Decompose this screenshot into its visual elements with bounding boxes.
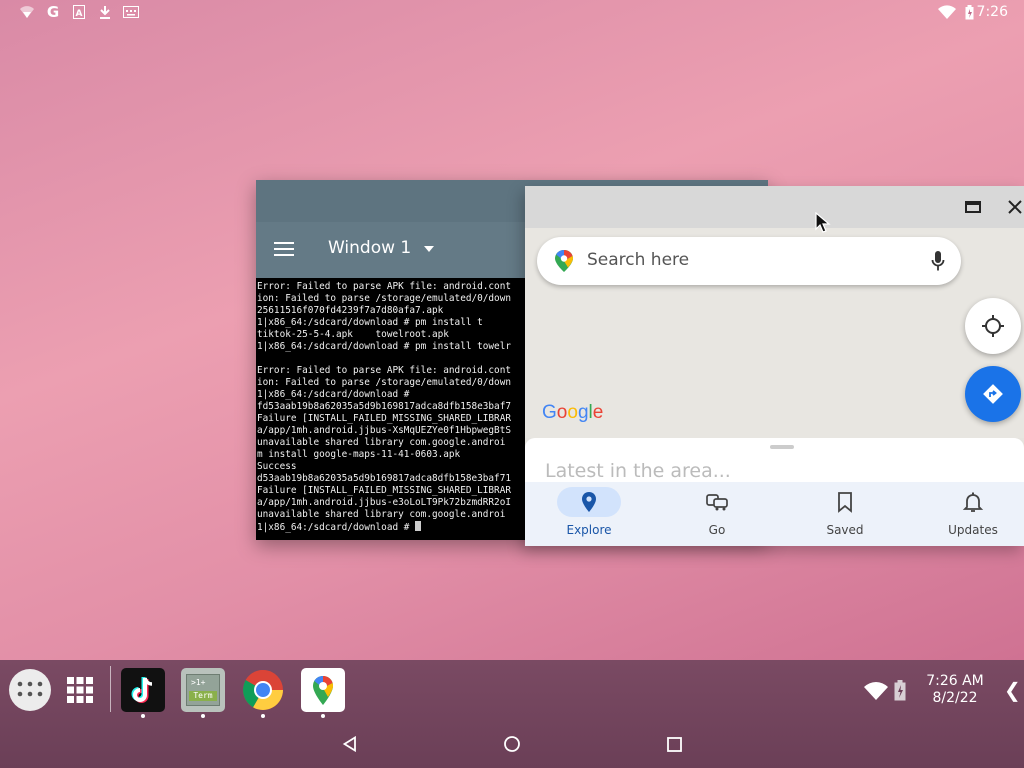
sheet-drag-handle[interactable] — [770, 445, 794, 449]
clock-time: 7:26 AM — [926, 673, 984, 689]
wifi-icon — [938, 3, 956, 21]
maps-pin-icon — [555, 250, 573, 272]
running-indicator — [321, 714, 325, 718]
google-logo-letter: o — [567, 402, 578, 423]
running-indicator — [141, 714, 145, 718]
terminal-window-title[interactable]: Window 1 — [328, 238, 411, 258]
back-icon[interactable] — [338, 732, 362, 756]
nav-item-explore[interactable]: Explore — [525, 482, 653, 546]
chrome-icon[interactable] — [241, 668, 285, 712]
status-time: 7:26 — [976, 4, 1008, 20]
clock-date: 8/2/22 — [932, 690, 978, 706]
svg-text:A: A — [76, 9, 83, 19]
bookmark-icon — [838, 492, 852, 513]
wifi-icon[interactable] — [864, 682, 888, 700]
text-icon: A — [70, 3, 88, 21]
taskbar: >1+ Term 7:26 AM 8/2/22 ❮ — [0, 660, 1024, 768]
battery-icon — [960, 3, 978, 21]
search-placeholder: Search here — [587, 250, 690, 270]
close-icon[interactable] — [1005, 197, 1024, 217]
all-apps-button[interactable] — [9, 669, 51, 711]
directions-button[interactable] — [965, 366, 1021, 422]
status-bar: G A 7:26 — [0, 0, 1024, 24]
google-logo-letter: e — [592, 402, 604, 423]
maps-icon[interactable] — [301, 668, 345, 712]
running-indicator — [201, 714, 205, 718]
dropdown-caret-icon[interactable] — [424, 246, 434, 252]
recents-grid-icon[interactable] — [66, 676, 94, 704]
chevron-left-icon[interactable]: ❮ — [1004, 678, 1021, 702]
search-input[interactable]: Search here — [537, 237, 961, 285]
restore-window-icon[interactable] — [963, 197, 983, 217]
microphone-icon[interactable] — [931, 250, 945, 272]
location-pin-icon — [582, 492, 596, 512]
nav-item-updates[interactable]: Updates — [909, 482, 1024, 546]
keyboard-icon — [122, 3, 140, 21]
google-logo: Google — [542, 402, 603, 424]
download-icon — [96, 3, 114, 21]
nav-item-go[interactable]: Go — [653, 482, 781, 546]
taskbar-clock[interactable]: 7:26 AM 8/2/22 — [918, 673, 992, 707]
directions-icon — [983, 384, 1003, 404]
nav-item-saved[interactable]: Saved — [781, 482, 909, 546]
google-logo-letter: G — [542, 402, 557, 423]
nav-label-updates: Updates — [948, 523, 998, 537]
crosshair-icon — [982, 315, 1004, 337]
notification-icon — [18, 3, 36, 21]
text-cursor — [415, 521, 422, 531]
commute-icon — [706, 494, 728, 511]
overview-icon[interactable] — [662, 732, 686, 756]
battery-icon[interactable] — [894, 680, 906, 701]
terminal-icon[interactable]: >1+ Term — [181, 668, 225, 712]
map-area[interactable]: Search here Google — [525, 228, 1024, 438]
sheet-title: Latest in the area... — [545, 460, 731, 482]
running-indicator — [261, 714, 265, 718]
google-logo-letter: g — [577, 402, 589, 423]
maps-bottom-nav: Explore Go Saved Updates — [525, 482, 1024, 546]
google-logo-letter: o — [556, 402, 568, 423]
google-icon: G — [46, 3, 60, 21]
my-location-button[interactable] — [965, 298, 1021, 354]
app-drawer-icon — [17, 681, 43, 697]
tiktok-icon[interactable] — [121, 668, 165, 712]
bottom-sheet[interactable]: Latest in the area... — [525, 438, 1024, 486]
menu-icon[interactable] — [274, 242, 294, 256]
nav-label-saved: Saved — [826, 523, 864, 537]
home-icon[interactable] — [500, 732, 524, 756]
bell-icon — [962, 492, 984, 512]
taskbar-divider — [110, 666, 111, 712]
nav-label-go: Go — [708, 523, 726, 537]
mouse-cursor-icon — [815, 212, 831, 233]
nav-label-explore: Explore — [566, 523, 612, 537]
maps-window-titlebar[interactable] — [525, 186, 1024, 228]
maps-window[interactable]: Search here Google Latest in the area... — [525, 186, 1024, 546]
